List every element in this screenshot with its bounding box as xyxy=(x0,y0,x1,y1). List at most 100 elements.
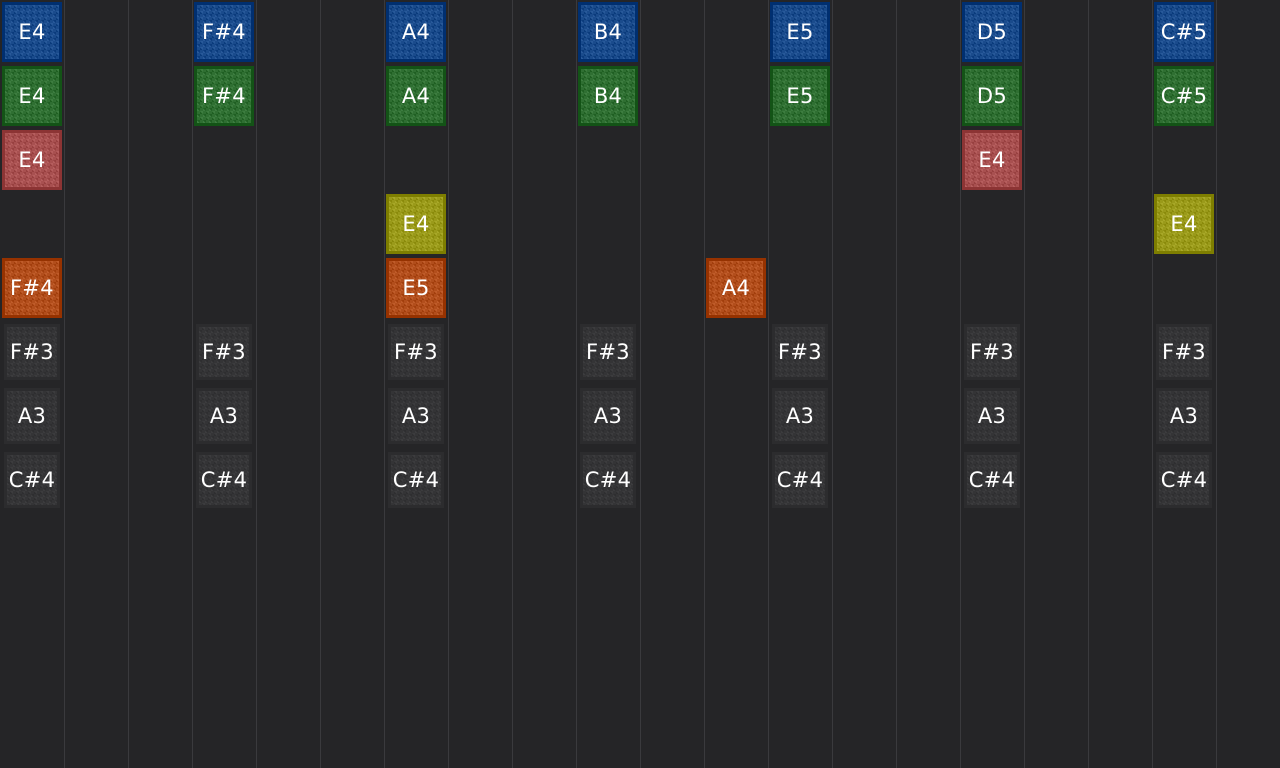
note-label: C#5 xyxy=(1160,20,1208,44)
note-label: E4 xyxy=(18,84,46,108)
note-block-green[interactable]: E4 xyxy=(2,66,62,126)
note-block-green[interactable]: E5 xyxy=(770,66,830,126)
note-block-gray[interactable]: C#4 xyxy=(772,452,828,508)
note-label: A3 xyxy=(593,404,623,428)
note-block-orange[interactable]: E5 xyxy=(386,258,446,318)
column-divider xyxy=(320,0,321,768)
note-label: C#4 xyxy=(584,468,632,492)
note-block-blue[interactable]: C#5 xyxy=(1154,2,1214,62)
column-divider xyxy=(1024,0,1025,768)
column-divider xyxy=(1088,0,1089,768)
note-block-green[interactable]: C#5 xyxy=(1154,66,1214,126)
note-block-orange[interactable]: F#4 xyxy=(2,258,62,318)
note-label: A3 xyxy=(977,404,1007,428)
column-divider xyxy=(448,0,449,768)
note-grid[interactable]: E4 E4 E4 F#4 F#3 A3 C#4 F#4 F#4 F#3 A3 C#4 A4 A4 E4 E5 F… xyxy=(0,0,1280,768)
note-block-gray[interactable]: A3 xyxy=(4,388,60,444)
note-block-green[interactable]: B4 xyxy=(578,66,638,126)
note-label: F#3 xyxy=(778,340,822,364)
column-divider xyxy=(1216,0,1217,768)
note-block-blue[interactable]: D5 xyxy=(962,2,1022,62)
column-divider xyxy=(128,0,129,768)
note-block-blue[interactable]: F#4 xyxy=(194,2,254,62)
column-divider xyxy=(704,0,705,768)
column-divider xyxy=(192,0,193,768)
column-divider xyxy=(960,0,961,768)
note-block-gray[interactable]: A3 xyxy=(772,388,828,444)
note-block-blue[interactable]: B4 xyxy=(578,2,638,62)
column-divider xyxy=(576,0,577,768)
note-label: E5 xyxy=(786,84,814,108)
note-block-gray[interactable]: A3 xyxy=(196,388,252,444)
note-label: A3 xyxy=(401,404,431,428)
note-block-gray[interactable]: C#4 xyxy=(964,452,1020,508)
column-divider xyxy=(896,0,897,768)
note-block-gray[interactable]: C#4 xyxy=(196,452,252,508)
note-label: F#3 xyxy=(202,340,246,364)
note-label: F#3 xyxy=(394,340,438,364)
column-divider xyxy=(64,0,65,768)
note-label: E5 xyxy=(786,20,814,44)
note-label: C#4 xyxy=(392,468,440,492)
note-label: F#4 xyxy=(202,20,246,44)
note-block-gray[interactable]: A3 xyxy=(388,388,444,444)
note-label: F#4 xyxy=(10,276,54,300)
note-label: C#4 xyxy=(776,468,824,492)
note-label: A3 xyxy=(17,404,47,428)
note-label: A4 xyxy=(721,276,751,300)
note-label: D5 xyxy=(976,84,1008,108)
note-block-blue[interactable]: E4 xyxy=(2,2,62,62)
column-divider xyxy=(1152,0,1153,768)
note-block-gray[interactable]: C#4 xyxy=(388,452,444,508)
column-divider xyxy=(832,0,833,768)
note-label: B4 xyxy=(593,20,623,44)
note-block-orange[interactable]: A4 xyxy=(706,258,766,318)
note-block-blue[interactable]: A4 xyxy=(386,2,446,62)
note-block-gray[interactable]: A3 xyxy=(964,388,1020,444)
note-label: C#4 xyxy=(8,468,56,492)
note-block-gray[interactable]: F#3 xyxy=(580,324,636,380)
note-label: E4 xyxy=(18,148,46,172)
note-block-red[interactable]: E4 xyxy=(2,130,62,190)
note-block-green[interactable]: D5 xyxy=(962,66,1022,126)
note-label: E4 xyxy=(18,20,46,44)
note-label: F#3 xyxy=(1162,340,1206,364)
note-label: C#4 xyxy=(200,468,248,492)
note-label: E4 xyxy=(1170,212,1198,236)
column-divider xyxy=(256,0,257,768)
note-block-yellow[interactable]: E4 xyxy=(1154,194,1214,254)
note-block-gray[interactable]: C#4 xyxy=(4,452,60,508)
note-block-gray[interactable]: C#4 xyxy=(1156,452,1212,508)
note-block-gray[interactable]: F#3 xyxy=(772,324,828,380)
note-label: C#4 xyxy=(968,468,1016,492)
column-divider xyxy=(384,0,385,768)
note-label: A4 xyxy=(401,20,431,44)
column-divider xyxy=(512,0,513,768)
note-block-gray[interactable]: F#3 xyxy=(4,324,60,380)
note-block-blue[interactable]: E5 xyxy=(770,2,830,62)
note-label: A3 xyxy=(785,404,815,428)
note-label: F#4 xyxy=(202,84,246,108)
note-block-green[interactable]: A4 xyxy=(386,66,446,126)
note-label: C#4 xyxy=(1160,468,1208,492)
note-block-gray[interactable]: F#3 xyxy=(1156,324,1212,380)
note-block-gray[interactable]: F#3 xyxy=(388,324,444,380)
note-block-green[interactable]: F#4 xyxy=(194,66,254,126)
note-block-gray[interactable]: A3 xyxy=(1156,388,1212,444)
note-label: F#3 xyxy=(586,340,630,364)
note-block-yellow[interactable]: E4 xyxy=(386,194,446,254)
column-divider xyxy=(768,0,769,768)
note-block-gray[interactable]: F#3 xyxy=(196,324,252,380)
note-block-gray[interactable]: C#4 xyxy=(580,452,636,508)
note-label: E4 xyxy=(402,212,430,236)
note-label: F#3 xyxy=(10,340,54,364)
note-label: A3 xyxy=(209,404,239,428)
note-label: A3 xyxy=(1169,404,1199,428)
note-block-gray[interactable]: F#3 xyxy=(964,324,1020,380)
column-divider xyxy=(640,0,641,768)
note-label: E5 xyxy=(402,276,430,300)
note-label: E4 xyxy=(978,148,1006,172)
note-block-gray[interactable]: A3 xyxy=(580,388,636,444)
note-label: C#5 xyxy=(1160,84,1208,108)
note-block-red[interactable]: E4 xyxy=(962,130,1022,190)
